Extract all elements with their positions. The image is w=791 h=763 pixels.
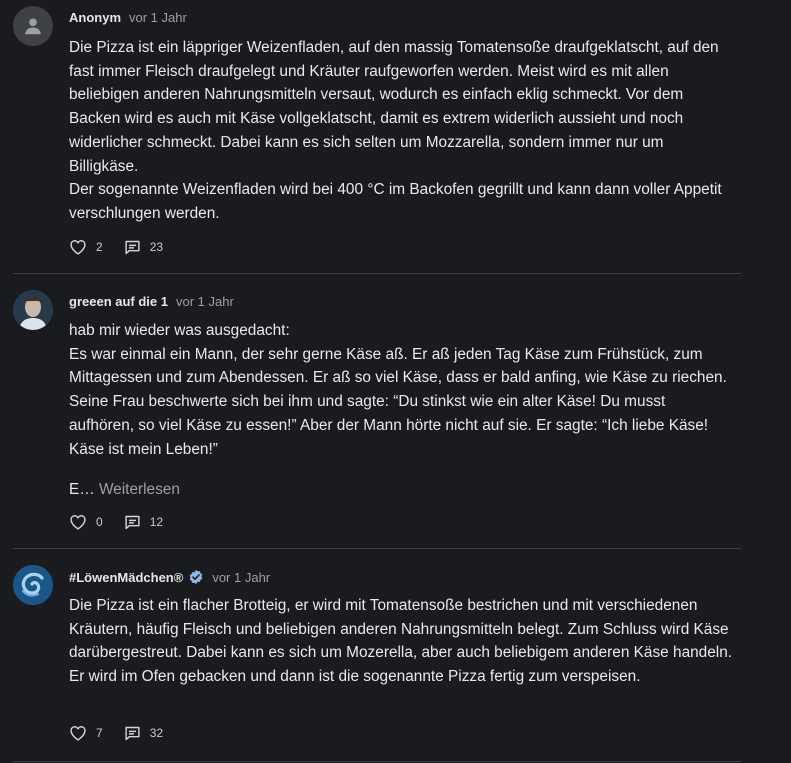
post-body: Die Pizza ist ein flacher Brotteig, er w… bbox=[69, 594, 734, 689]
comment-post: #LöwenMädchen® vor 1 Jahr Die Pizza ist … bbox=[0, 549, 741, 763]
comment-post: Anonym vor 1 Jahr Die Pizza ist ein läpp… bbox=[0, 0, 741, 274]
heart-icon bbox=[70, 240, 86, 255]
like-count: 2 bbox=[96, 240, 103, 254]
avatar-greeen[interactable] bbox=[13, 290, 53, 330]
comment-feed: Anonym vor 1 Jahr Die Pizza ist ein läpp… bbox=[0, 0, 791, 763]
post-body: hab mir wieder was ausgedacht: Es war ei… bbox=[69, 319, 734, 502]
post-text: Die Pizza ist ein flacher Brotteig, er w… bbox=[69, 597, 733, 686]
post-header: greeen auf die 1 vor 1 Jahr bbox=[69, 294, 234, 309]
verified-badge-icon bbox=[188, 569, 204, 585]
like-count: 7 bbox=[96, 726, 103, 740]
comment-count: 32 bbox=[149, 726, 164, 740]
comment-button[interactable]: 12 bbox=[124, 515, 163, 530]
comment-icon bbox=[125, 240, 140, 254]
post-text: Der sogenannte Weizenfladen wird bei 400… bbox=[69, 181, 722, 222]
comment-count: 12 bbox=[149, 515, 164, 529]
comment-post: greeen auf die 1 vor 1 Jahr hab mir wied… bbox=[0, 274, 741, 549]
post-text: Die Pizza ist ein läppriger Weizenfladen… bbox=[69, 39, 719, 175]
post-header: Anonym vor 1 Jahr bbox=[69, 10, 187, 25]
avatar-anonymous[interactable] bbox=[13, 6, 53, 46]
profile-photo-icon bbox=[13, 290, 53, 330]
comment-count: 23 bbox=[149, 240, 164, 254]
post-time: vor 1 Jahr bbox=[175, 294, 234, 309]
like-button[interactable]: 0 bbox=[69, 514, 103, 530]
comment-button[interactable]: 32 bbox=[124, 726, 163, 741]
avatar-loewenmaedchen[interactable] bbox=[13, 565, 53, 605]
post-text: hab mir wieder was ausgedacht: bbox=[69, 322, 290, 339]
heart-icon bbox=[70, 515, 86, 530]
post-time: vor 1 Jahr bbox=[129, 10, 187, 25]
comment-icon bbox=[125, 515, 140, 529]
post-divider bbox=[13, 761, 741, 762]
comment-icon bbox=[125, 726, 140, 740]
post-actions: 0 12 bbox=[69, 514, 163, 530]
swirl-logo-icon bbox=[13, 565, 53, 605]
post-header: #LöwenMädchen® vor 1 Jahr bbox=[69, 569, 270, 585]
heart-icon bbox=[70, 726, 86, 741]
post-actions: 7 32 bbox=[69, 725, 163, 741]
post-actions: 2 23 bbox=[69, 239, 163, 255]
comment-button[interactable]: 23 bbox=[124, 240, 163, 255]
author-name[interactable]: #LöwenMädchen® bbox=[69, 570, 183, 585]
author-name[interactable]: Anonym bbox=[69, 10, 121, 25]
post-text: Es war einmal ein Mann, der sehr gerne K… bbox=[69, 345, 727, 458]
author-name[interactable]: greeen auf die 1 bbox=[69, 294, 168, 309]
user-icon bbox=[25, 18, 41, 35]
truncated-text: E… bbox=[69, 481, 95, 499]
post-truncated: E… Weiterlesen bbox=[69, 478, 734, 502]
like-button[interactable]: 7 bbox=[69, 725, 103, 741]
like-count: 0 bbox=[96, 515, 103, 529]
post-time: vor 1 Jahr bbox=[212, 569, 271, 585]
read-more-link[interactable]: Weiterlesen bbox=[99, 481, 180, 498]
post-body: Die Pizza ist ein läppriger Weizenfladen… bbox=[69, 36, 734, 226]
like-button[interactable]: 2 bbox=[69, 239, 103, 255]
